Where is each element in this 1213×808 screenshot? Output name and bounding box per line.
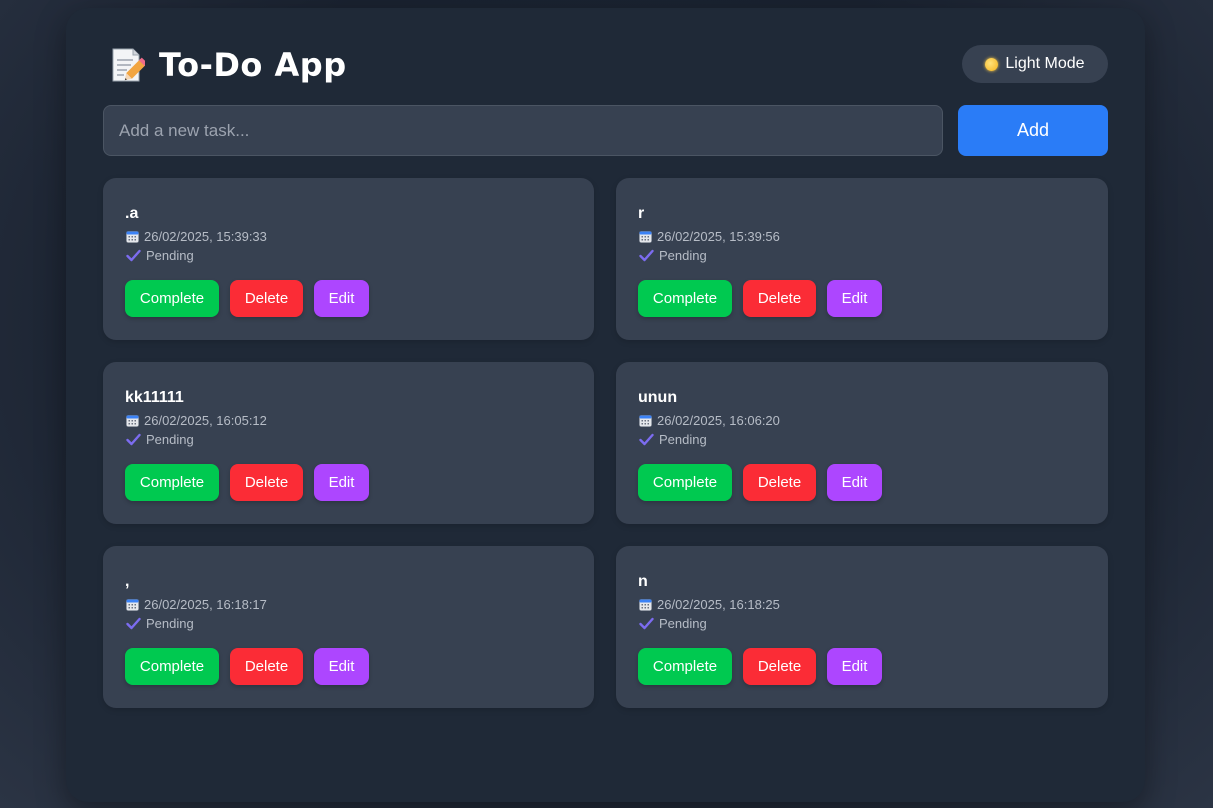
task-title: .a <box>125 205 139 222</box>
task-date: 26/02/2025, 16:06:20 <box>639 413 780 428</box>
task-card: , 26/02/2025, 16:18:17 Pending Complete … <box>103 546 594 708</box>
delete-button[interactable]: Delete <box>743 648 816 685</box>
page-title: To-Do App <box>159 46 347 84</box>
complete-button[interactable]: Complete <box>125 648 219 685</box>
task-status-text: Pending <box>659 432 707 447</box>
calendar-icon <box>639 598 652 611</box>
task-status: Pending <box>639 432 707 447</box>
edit-button[interactable]: Edit <box>827 648 882 685</box>
task-date-text: 26/02/2025, 16:18:25 <box>657 597 780 612</box>
add-button[interactable]: Add <box>958 105 1108 156</box>
task-card: r 26/02/2025, 15:39:56 Pending Complete … <box>616 178 1108 340</box>
theme-toggle-button[interactable]: Light Mode <box>962 45 1108 83</box>
task-title: kk11111 <box>125 389 184 406</box>
task-date: 26/02/2025, 15:39:56 <box>639 229 780 244</box>
task-card: kk11111 26/02/2025, 16:05:12 Pending Com… <box>103 362 594 524</box>
task-date-text: 26/02/2025, 15:39:33 <box>144 229 267 244</box>
task-date: 26/02/2025, 16:18:17 <box>126 597 267 612</box>
task-date: 26/02/2025, 16:18:25 <box>639 597 780 612</box>
new-task-input[interactable] <box>103 105 943 156</box>
task-status: Pending <box>126 432 194 447</box>
edit-button[interactable]: Edit <box>827 280 882 317</box>
edit-button[interactable]: Edit <box>314 464 369 501</box>
task-actions: Complete Delete Edit <box>125 280 369 317</box>
edit-button[interactable]: Edit <box>314 648 369 685</box>
complete-button[interactable]: Complete <box>638 464 732 501</box>
task-grid: .a 26/02/2025, 15:39:33 Pending Complete… <box>103 178 1108 708</box>
task-status: Pending <box>639 616 707 631</box>
task-status-text: Pending <box>659 248 707 263</box>
new-task-row: Add <box>103 105 1108 156</box>
check-icon <box>126 433 141 446</box>
edit-button[interactable]: Edit <box>827 464 882 501</box>
task-title: r <box>638 205 645 222</box>
check-icon <box>639 433 654 446</box>
complete-button[interactable]: Complete <box>638 648 732 685</box>
calendar-icon <box>126 598 139 611</box>
memo-icon <box>109 46 148 84</box>
complete-button[interactable]: Complete <box>125 280 219 317</box>
header: To-Do App Light Mode <box>103 44 1108 100</box>
calendar-icon <box>126 414 139 427</box>
task-card: n 26/02/2025, 16:18:25 Pending Complete … <box>616 546 1108 708</box>
task-status-text: Pending <box>146 248 194 263</box>
task-actions: Complete Delete Edit <box>125 464 369 501</box>
task-actions: Complete Delete Edit <box>638 464 882 501</box>
calendar-icon <box>639 414 652 427</box>
check-icon <box>126 249 141 262</box>
task-title: unun <box>638 389 678 406</box>
app-container: To-Do App Light Mode Add .a 2 <box>66 8 1145 802</box>
delete-button[interactable]: Delete <box>743 280 816 317</box>
delete-button[interactable]: Delete <box>743 464 816 501</box>
task-date: 26/02/2025, 16:05:12 <box>126 413 267 428</box>
calendar-icon <box>126 230 139 243</box>
sun-icon <box>985 57 999 71</box>
complete-button[interactable]: Complete <box>125 464 219 501</box>
task-title: , <box>125 573 130 590</box>
task-date-text: 26/02/2025, 16:18:17 <box>144 597 267 612</box>
task-title: n <box>638 573 648 590</box>
task-date-text: 26/02/2025, 16:05:12 <box>144 413 267 428</box>
check-icon <box>639 617 654 630</box>
task-actions: Complete Delete Edit <box>638 648 882 685</box>
task-actions: Complete Delete Edit <box>125 648 369 685</box>
task-status: Pending <box>639 248 707 263</box>
title-wrap: To-Do App <box>109 46 347 84</box>
delete-button[interactable]: Delete <box>230 464 303 501</box>
task-status: Pending <box>126 616 194 631</box>
theme-toggle-label: Light Mode <box>1005 55 1085 72</box>
task-card: .a 26/02/2025, 15:39:33 Pending Complete… <box>103 178 594 340</box>
task-status-text: Pending <box>146 432 194 447</box>
task-status-text: Pending <box>659 616 707 631</box>
task-status-text: Pending <box>146 616 194 631</box>
task-date-text: 26/02/2025, 15:39:56 <box>657 229 780 244</box>
delete-button[interactable]: Delete <box>230 648 303 685</box>
task-date-text: 26/02/2025, 16:06:20 <box>657 413 780 428</box>
task-date: 26/02/2025, 15:39:33 <box>126 229 267 244</box>
check-icon <box>639 249 654 262</box>
complete-button[interactable]: Complete <box>638 280 732 317</box>
calendar-icon <box>639 230 652 243</box>
task-actions: Complete Delete Edit <box>638 280 882 317</box>
edit-button[interactable]: Edit <box>314 280 369 317</box>
delete-button[interactable]: Delete <box>230 280 303 317</box>
task-card: unun 26/02/2025, 16:06:20 Pending Comple… <box>616 362 1108 524</box>
task-status: Pending <box>126 248 194 263</box>
check-icon <box>126 617 141 630</box>
